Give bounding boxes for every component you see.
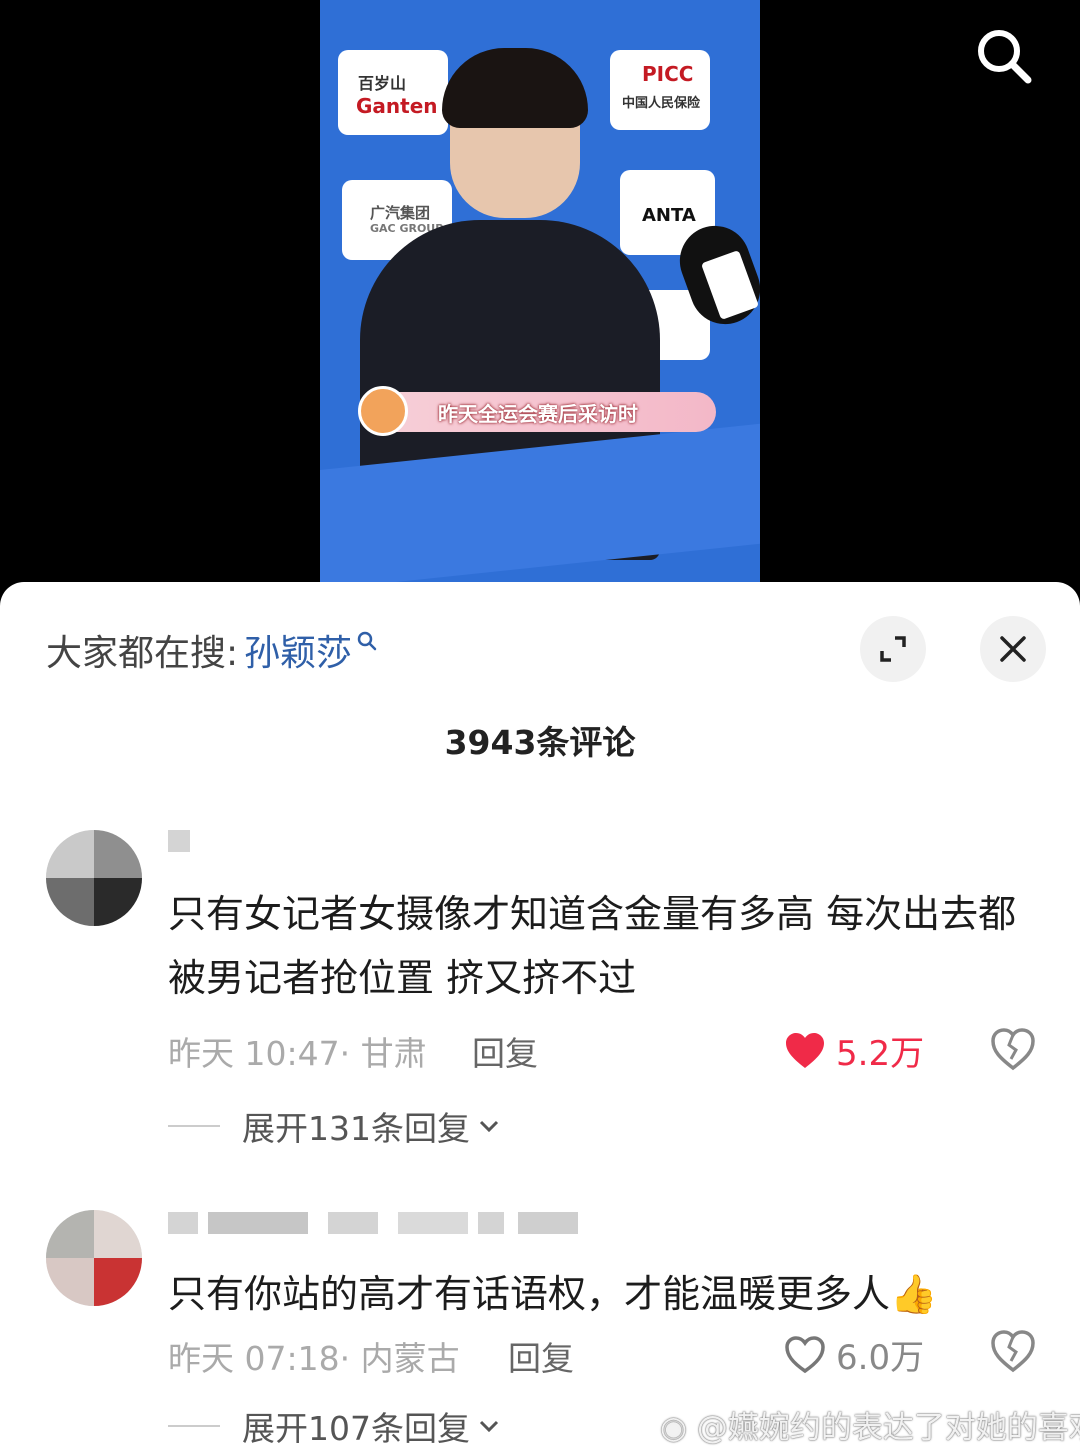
comment-location: · 甘肃 xyxy=(339,1034,427,1073)
avatar-pixel xyxy=(46,1258,94,1306)
expand-replies-label: 展开107条回复 xyxy=(242,1409,470,1448)
chevron-down-icon xyxy=(479,1420,499,1433)
interviewee-hair xyxy=(442,48,588,128)
comment-meta: 昨天 10:47 · 甘肃 xyxy=(168,1027,427,1075)
sponsor-text: Ganten xyxy=(356,94,438,118)
username-blurred[interactable] xyxy=(168,830,198,852)
reply-button[interactable]: 回复 xyxy=(472,1027,538,1075)
weibo-watermark: ◉ @嬿婉约的表达了对她的喜欢 xyxy=(660,1402,1080,1447)
divider-line xyxy=(168,1425,220,1427)
blur-block xyxy=(168,830,190,852)
avatar-pixel xyxy=(46,878,94,926)
close-button[interactable] xyxy=(980,616,1046,682)
divider-line xyxy=(168,1125,220,1127)
caption-mascot-icon xyxy=(358,386,408,436)
search-button[interactable] xyxy=(972,24,1036,88)
trending-prefix: 大家都在搜: xyxy=(46,633,239,674)
comment-time: 昨天 07:18 xyxy=(168,1339,340,1378)
sponsor-text: ANTA xyxy=(642,205,696,226)
avatar-pixel xyxy=(94,1210,142,1258)
sponsor-text: 广汽集团 xyxy=(370,204,431,222)
like-count: 6.0万 xyxy=(836,1338,925,1378)
like-button[interactable]: 6.0万 xyxy=(784,1330,924,1379)
comment-text: 只有你站的高才有话语权，才能温暖更多人👍 xyxy=(168,1272,938,1316)
expand-replies-button[interactable]: 展开131条回复 xyxy=(168,1102,500,1150)
heart-outline-icon xyxy=(785,1335,825,1373)
sponsor-text: 中国人民保险 xyxy=(622,96,701,111)
like-button[interactable]: 5.2万 xyxy=(784,1026,924,1075)
reply-button[interactable]: 回复 xyxy=(508,1332,574,1380)
avatar-pixel xyxy=(46,830,94,878)
comment-meta: 昨天 07:18 · 内蒙古 xyxy=(168,1332,460,1380)
avatar[interactable] xyxy=(46,1210,142,1306)
comment-sheet: 大家都在搜: 孙颖莎 3943条评论 只有女记者女摄像才知道含金量有多高 每次出… xyxy=(0,582,1080,1451)
search-icon xyxy=(978,30,1032,84)
comment-time: 昨天 10:47 xyxy=(168,1034,340,1073)
blur-block xyxy=(168,1212,198,1234)
trending-term-link[interactable]: 孙颖莎 xyxy=(244,624,352,676)
blur-block xyxy=(328,1212,378,1234)
avatar[interactable] xyxy=(46,830,142,926)
close-icon xyxy=(1000,636,1026,662)
video-frame[interactable]: 百岁山 Ganten PICC 中国人民保险 广汽集团 GAC GROUP AN… xyxy=(320,0,760,582)
expand-icon xyxy=(880,636,906,662)
chevron-down-icon xyxy=(479,1120,499,1133)
like-count: 5.2万 xyxy=(836,1034,925,1074)
blur-block xyxy=(208,1212,308,1234)
watermark-text: @嬿婉约的表达了对她的喜欢 xyxy=(696,1410,1080,1446)
sponsor-text: PICC xyxy=(642,62,694,86)
video-caption-text: 昨天全运会赛后采访时 xyxy=(438,401,638,426)
expand-button[interactable] xyxy=(860,616,926,682)
avatar-pixel xyxy=(94,1258,142,1306)
avatar-pixel xyxy=(46,1210,94,1258)
comment-text: 只有女记者女摄像才知道含金量有多高 每次出去都被男记者抢位置 挤又挤不过 xyxy=(168,892,1017,1000)
expand-replies-button[interactable]: 展开107条回复 xyxy=(168,1402,500,1450)
blur-block xyxy=(398,1212,468,1234)
magnifier-small-icon xyxy=(357,631,377,651)
comment-location: · 内蒙古 xyxy=(339,1339,460,1378)
comment-count-title: 3943条评论 xyxy=(444,723,636,762)
blur-block xyxy=(478,1212,504,1234)
video-player[interactable]: 百岁山 Ganten PICC 中国人民保险 广汽集团 GAC GROUP AN… xyxy=(0,0,1080,600)
blur-block xyxy=(518,1212,578,1234)
video-caption: 昨天全运会赛后采访时 xyxy=(360,392,716,432)
heart-filled-icon xyxy=(786,1032,824,1068)
broken-heart-icon[interactable] xyxy=(990,1328,1036,1374)
expand-replies-label: 展开131条回复 xyxy=(242,1109,470,1148)
weibo-icon: ◉ xyxy=(660,1410,688,1446)
trending-search[interactable]: 大家都在搜: 孙颖莎 xyxy=(46,624,378,676)
sponsor-text: 百岁山 xyxy=(358,74,407,93)
username-blurred[interactable] xyxy=(168,1212,608,1234)
avatar-pixel xyxy=(94,830,142,878)
avatar-pixel xyxy=(94,878,142,926)
broken-heart-icon[interactable] xyxy=(990,1026,1036,1072)
